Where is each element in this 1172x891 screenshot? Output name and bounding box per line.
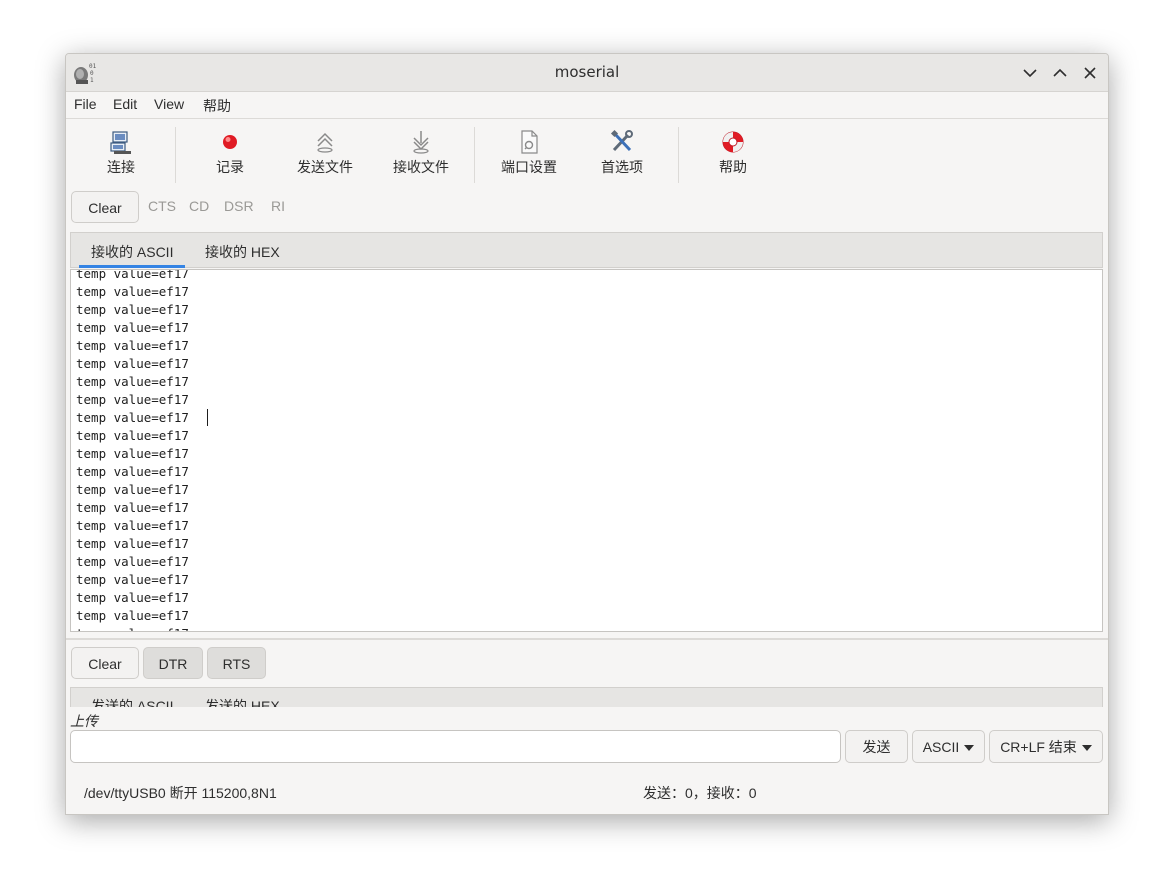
preferences-button[interactable]: 首选项 [592,125,652,187]
toolbar-separator [678,127,679,183]
menu-edit[interactable]: Edit [113,96,137,112]
received-line: temp value=ef17 [76,320,189,335]
menu-file[interactable]: File [74,96,97,112]
active-tab-indicator [79,265,185,268]
cts-indicator: CTS [148,198,176,214]
received-line: temp value=ef17 [76,446,189,461]
toolbar-separator [175,127,176,183]
received-line: temp value=ef17 [76,572,189,587]
text-cursor [207,409,208,426]
send-file-label: 发送文件 [297,159,353,175]
lifebuoy-icon [722,131,744,153]
app-window: 01 0 1 moserial File Edit View 帮助 连接 记录 … [65,53,1109,815]
port-settings-button[interactable]: 端口设置 [494,125,564,187]
received-line: temp value=ef17 [76,428,189,443]
record-label: 记录 [216,159,244,175]
received-output[interactable]: temp value=ef17 temp value=ef17 temp value… [70,269,1103,632]
receive-tab-bar: 接收的 ASCII 接收的 HEX [70,232,1103,268]
tab-received-hex[interactable]: 接收的 HEX [205,242,280,262]
download-icon [413,131,429,154]
send-clear-button[interactable]: Clear [71,647,139,679]
send-input[interactable] [70,730,841,763]
menu-view[interactable]: View [154,96,184,112]
send-button[interactable]: 发送 [845,730,908,763]
document-settings-icon [521,130,538,154]
close-button[interactable] [1079,62,1101,84]
title-bar[interactable]: 01 0 1 moserial [66,54,1108,92]
received-line: temp value=ef17 [76,554,189,569]
maximize-button[interactable] [1049,62,1071,84]
received-line: temp value=ef17 [76,392,189,407]
received-line: temp value=ef17 [76,284,189,299]
upload-icon [317,132,333,153]
help-label: 帮助 [719,159,747,175]
received-line: temp value=ef17 [76,302,189,317]
line-end-select-value: CR+LF 结束 [1000,739,1077,755]
received-line: temp value=ef17 [76,608,189,623]
chevron-down-icon [1023,69,1037,78]
tab-received-ascii[interactable]: 接收的 ASCII [91,242,173,262]
help-button[interactable]: 帮助 [703,125,763,187]
received-line: temp value=ef17 [76,536,189,551]
dsr-indicator: DSR [224,198,254,214]
format-select-value: ASCII [922,739,960,755]
connect-label: 连接 [107,159,135,175]
close-icon [1084,67,1096,79]
port-settings-label: 端口设置 [501,159,557,175]
received-lines: temp value=ef17 temp value=ef17 temp value… [76,269,189,631]
send-file-button[interactable]: 发送文件 [290,125,360,187]
send-tab-bar: 发送的 ASCII 发送的 HEX [70,687,1103,707]
received-line: temp value=ef17 [76,518,189,533]
network-icon [110,131,131,154]
received-line: temp value=ef17 [76,590,189,605]
received-line: temp value=ef17 [76,410,189,425]
toolbar-separator [474,127,475,183]
tab-sent-ascii[interactable]: 发送的 ASCII [91,696,173,707]
receive-file-button[interactable]: 接收文件 [386,125,456,187]
window-title: moserial [554,63,620,81]
dropdown-arrow-icon [1081,745,1092,752]
received-line: temp value=ef17 [76,338,189,353]
menu-help[interactable]: 帮助 [203,96,231,116]
pane-divider[interactable] [66,638,1108,640]
cd-indicator: CD [189,198,210,214]
received-line: temp value=ef17 [76,500,189,515]
tools-icon [610,129,633,152]
received-line: temp value=ef17 [76,482,189,497]
receive-file-label: 接收文件 [393,159,449,175]
received-line: temp value=ef17 [76,374,189,389]
record-icon [223,135,237,149]
menu-bar: File Edit View 帮助 [66,92,1108,118]
line-end-select[interactable]: CR+LF 结束 [989,730,1103,763]
toolbar: 连接 记录 发送文件 接收文件 端口设置 首选项 帮助 [66,119,1108,187]
minimize-button[interactable] [1019,62,1041,84]
received-line: temp value=ef17 [76,356,189,371]
connect-button[interactable]: 连接 [91,125,151,187]
preferences-label: 首选项 [601,159,643,175]
record-button[interactable]: 记录 [200,125,260,187]
chevron-up-icon [1053,68,1067,77]
rts-toggle[interactable]: RTS [207,647,266,679]
received-line: temp value=ef17 [76,269,189,281]
receive-clear-button[interactable]: Clear [71,191,139,223]
received-line: temp value=ef17 [76,625,189,631]
ri-indicator: RI [271,198,285,214]
tab-sent-hex[interactable]: 发送的 HEX [205,696,280,707]
upload-label: 上传 [70,713,98,729]
status-port: /dev/ttyUSB0 断开 115200,8N1 [84,785,277,801]
status-counts: 发送：0，接收：0 [643,785,757,801]
dropdown-arrow-icon [964,745,975,752]
dtr-toggle[interactable]: DTR [143,647,203,679]
received-line: temp value=ef17 [76,464,189,479]
format-select[interactable]: ASCII [912,730,985,763]
